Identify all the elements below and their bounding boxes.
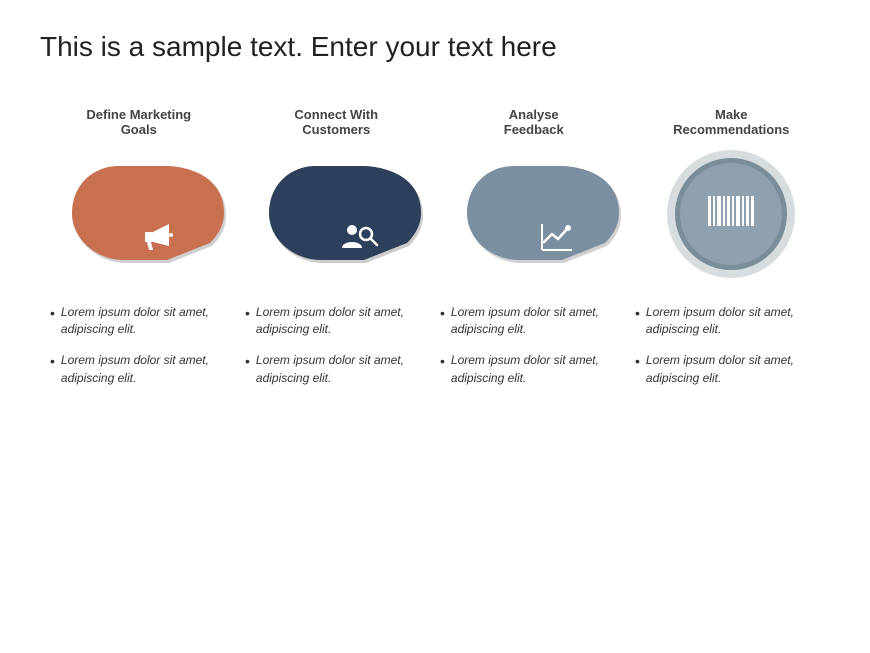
bullet-text: Lorem ipsum dolor sit amet, adipiscing e…	[451, 352, 625, 387]
step-3-wrapper: AnalyseFeedback	[435, 104, 633, 274]
step-4-shape	[646, 154, 816, 274]
bullet-col-4: • Lorem ipsum dolor sit amet, adipiscing…	[635, 304, 820, 402]
bullet-col-2-item-1: • Lorem ipsum dolor sit amet, adipiscing…	[245, 304, 430, 339]
bullet-col-3-item-2: • Lorem ipsum dolor sit amet, adipiscing…	[440, 352, 625, 387]
step-3-shape	[449, 154, 619, 274]
bullet-text: Lorem ipsum dolor sit amet, adipiscing e…	[256, 304, 430, 339]
bullet-text: Lorem ipsum dolor sit amet, adipiscing e…	[61, 304, 235, 339]
step-2-wrapper: Connect WithCustomers	[238, 104, 436, 274]
bullet-dot: •	[50, 352, 55, 387]
step-1-teardrop	[64, 159, 214, 269]
step-2-label: Connect WithCustomers	[294, 104, 378, 140]
bullet-col-1-item-2: • Lorem ipsum dolor sit amet, adipiscing…	[50, 352, 235, 387]
step-2-teardrop	[261, 159, 411, 269]
slide-title: This is a sample text. Enter your text h…	[40, 30, 830, 64]
step-2-shape	[251, 154, 421, 274]
step-4-icon	[706, 192, 756, 235]
bullet-text: Lorem ipsum dolor sit amet, adipiscing e…	[451, 304, 625, 339]
bullet-text: Lorem ipsum dolor sit amet, adipiscing e…	[61, 352, 235, 387]
step-4-label: MakeRecommendations	[673, 104, 789, 140]
bullet-text: Lorem ipsum dolor sit amet, adipiscing e…	[646, 352, 820, 387]
bullet-dot: •	[635, 352, 640, 387]
bullet-text: Lorem ipsum dolor sit amet, adipiscing e…	[256, 352, 430, 387]
bullet-dot: •	[440, 352, 445, 387]
step-3-label: AnalyseFeedback	[504, 104, 564, 140]
step-1-label: Define MarketingGoals	[86, 104, 191, 140]
bullet-dot: •	[50, 304, 55, 339]
bullet-text: Lorem ipsum dolor sit amet, adipiscing e…	[646, 304, 820, 339]
bullet-col-3-item-1: • Lorem ipsum dolor sit amet, adipiscing…	[440, 304, 625, 339]
flow-section: Define MarketingGoals	[40, 104, 830, 274]
bullet-col-2: • Lorem ipsum dolor sit amet, adipiscing…	[245, 304, 430, 402]
bullet-col-2-item-2: • Lorem ipsum dolor sit amet, adipiscing…	[245, 352, 430, 387]
bullet-section: • Lorem ipsum dolor sit amet, adipiscing…	[40, 304, 830, 402]
step-1-shape	[54, 154, 224, 274]
bullet-col-4-item-2: • Lorem ipsum dolor sit amet, adipiscing…	[635, 352, 820, 387]
bullet-dot: •	[245, 352, 250, 387]
bullet-col-4-item-1: • Lorem ipsum dolor sit amet, adipiscing…	[635, 304, 820, 339]
bullet-col-1: • Lorem ipsum dolor sit amet, adipiscing…	[50, 304, 235, 402]
step-4-wrapper: MakeRecommendations	[633, 104, 831, 274]
step-4-circle	[675, 158, 787, 270]
bullet-dot: •	[440, 304, 445, 339]
bullet-dot: •	[245, 304, 250, 339]
bullet-col-3: • Lorem ipsum dolor sit amet, adipiscing…	[440, 304, 625, 402]
bullet-dot: •	[635, 304, 640, 339]
slide: This is a sample text. Enter your text h…	[0, 0, 870, 653]
bullet-col-1-item-1: • Lorem ipsum dolor sit amet, adipiscing…	[50, 304, 235, 339]
step-1-wrapper: Define MarketingGoals	[40, 104, 238, 274]
step-3-teardrop	[459, 159, 609, 269]
